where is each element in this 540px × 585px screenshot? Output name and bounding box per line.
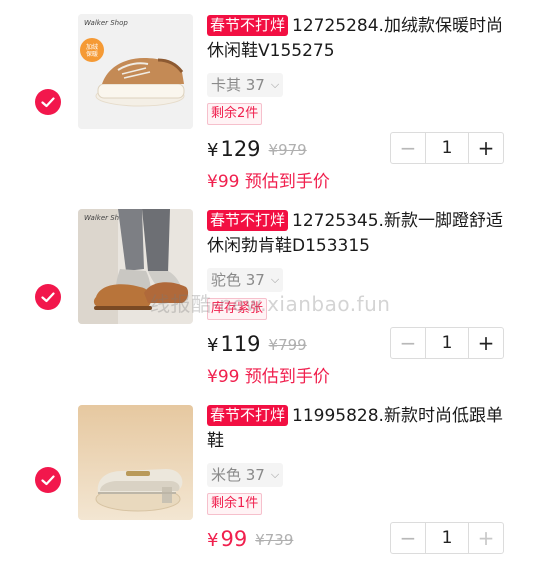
currency-symbol: ¥ (207, 335, 219, 356)
original-price: ¥799 (268, 336, 307, 354)
currency-symbol: ¥ (207, 140, 219, 161)
svg-text:保暖: 保暖 (86, 50, 98, 58)
promo-tag: 春节不打烊 (207, 405, 289, 426)
original-price: ¥739 (255, 531, 294, 549)
quantity-stepper: − 1 + (390, 327, 504, 359)
stock-badge: 剩余1件 (207, 493, 263, 515)
minus-icon[interactable]: − (391, 328, 425, 358)
product-title[interactable]: 春节不打烊 11995828.新款时尚低跟单鞋 (207, 404, 507, 454)
product-thumbnail[interactable]: Walker Shop 加绒 保暖 (78, 14, 193, 129)
product-thumbnail[interactable]: Walker Shop (78, 209, 193, 324)
product-title[interactable]: 春节不打烊 12725345.新款一脚蹬舒适休闲勃肯鞋D153315 (207, 209, 507, 259)
estimated-price: ¥99 预估到手价 (207, 367, 330, 387)
cart-item: Walker Shop 加绒 保暖 春节不打烊 12725284.加绒款保暖时尚休… (0, 0, 540, 195)
original-price: ¥979 (268, 141, 307, 159)
spec-selector[interactable]: 驼色 37 ⌵ (207, 268, 284, 292)
spec-text: 米色 37 (211, 466, 265, 484)
cart-item: Walker Shop 春节不打烊 12725345.新款一脚蹬舒适休闲勃肯鞋D1… (0, 195, 540, 390)
brand-logo: Walker Shop (84, 19, 128, 27)
stock-badge: 库存紧张 (207, 298, 268, 320)
estimated-price: ¥99 预估到手价 (207, 172, 330, 192)
quantity-value[interactable]: 1 (425, 328, 469, 358)
stock-badge: 剩余2件 (207, 103, 263, 125)
spec-text: 卡其 37 (211, 76, 265, 94)
quantity-value[interactable]: 1 (425, 133, 469, 163)
plus-icon[interactable]: + (469, 523, 503, 553)
price-row: ¥99 ¥739 (207, 526, 293, 554)
check-icon (41, 291, 55, 302)
chevron-down-icon: ⌵ (270, 468, 280, 481)
current-price: 99 (220, 527, 248, 551)
promo-tag: 春节不打烊 (207, 15, 289, 36)
current-price: 119 (220, 332, 261, 356)
chevron-down-icon: ⌵ (270, 273, 280, 286)
minus-icon[interactable]: − (391, 523, 425, 553)
currency-symbol: ¥ (207, 530, 219, 551)
cart-item: 春节不打烊 11995828.新款时尚低跟单鞋 米色 37 ⌵ 剩余1件 ¥99 ¥… (0, 390, 540, 585)
chevron-down-icon: ⌵ (270, 78, 280, 91)
select-checkbox[interactable] (35, 284, 61, 310)
spec-text: 驼色 37 (211, 271, 265, 289)
select-checkbox[interactable] (35, 89, 61, 115)
product-thumbnail[interactable] (78, 405, 193, 520)
select-checkbox[interactable] (35, 467, 61, 493)
price-row: ¥129 ¥979 (207, 136, 307, 164)
plus-icon[interactable]: + (469, 133, 503, 163)
check-icon (41, 474, 55, 485)
price-row: ¥119 ¥799 (207, 331, 307, 359)
current-price: 129 (220, 137, 261, 161)
promo-tag: 春节不打烊 (207, 210, 289, 231)
quantity-value[interactable]: 1 (425, 523, 469, 553)
plus-icon[interactable]: + (469, 328, 503, 358)
minus-icon[interactable]: − (391, 133, 425, 163)
check-icon (41, 96, 55, 107)
quantity-stepper: − 1 + (390, 132, 504, 164)
quantity-stepper: − 1 + (390, 522, 504, 554)
thumb-badge: 加绒 (86, 43, 98, 51)
product-title[interactable]: 春节不打烊 12725284.加绒款保暖时尚休闲鞋V155275 (207, 14, 507, 64)
spec-selector[interactable]: 卡其 37 ⌵ (207, 73, 284, 97)
spec-selector[interactable]: 米色 37 ⌵ (207, 463, 284, 487)
